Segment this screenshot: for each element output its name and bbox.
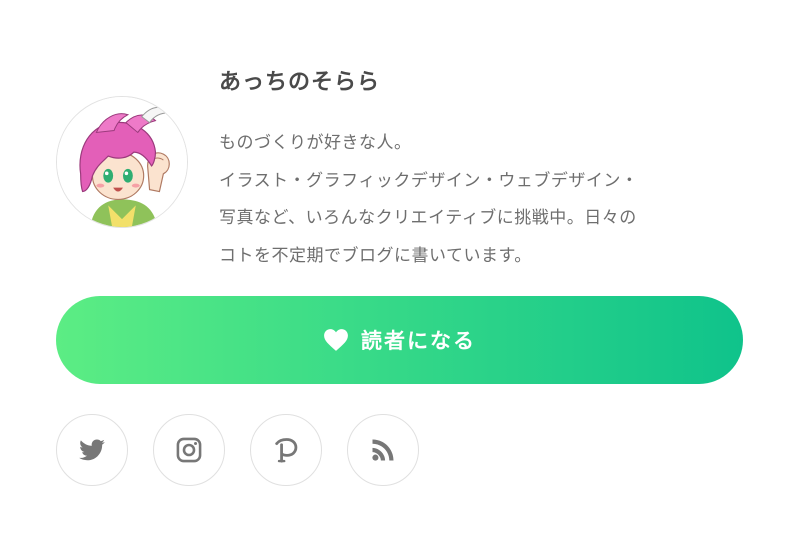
- bio-line: 写真など、いろんなクリエイティブに挑戦中。日々の: [219, 208, 637, 228]
- rss-icon: [372, 439, 394, 461]
- twitter-icon: [79, 439, 105, 461]
- subscribe-button[interactable]: 読者になる: [56, 296, 743, 384]
- profile-name[interactable]: あっちのそらら: [219, 64, 380, 96]
- subscribe-label: 読者になる: [361, 329, 476, 353]
- profile-bio: ものづくりが好きな人。 イラスト・グラフィックデザイン・ウェブデザイン・ 写真な…: [219, 125, 759, 275]
- pixiv-icon: [275, 438, 298, 463]
- twitter-button[interactable]: [56, 414, 128, 486]
- bio-line: ものづくりが好きな人。: [219, 133, 412, 153]
- profile-card: あっちのそらら ものづくりが好きな人。 イラスト・グラフィックデザイン・ウェブデ…: [0, 0, 800, 544]
- avatar-illustration: [57, 97, 187, 227]
- bio-line: イラスト・グラフィックデザイン・ウェブデザイン・: [219, 170, 639, 191]
- rss-button[interactable]: [347, 414, 419, 486]
- instagram-button[interactable]: [153, 414, 225, 486]
- instagram-icon: [176, 437, 202, 463]
- avatar[interactable]: [56, 96, 188, 228]
- bio-line: コトを不定期でブログに書いています。: [219, 245, 532, 266]
- pixiv-button[interactable]: [250, 414, 322, 486]
- heart-icon: [323, 328, 349, 352]
